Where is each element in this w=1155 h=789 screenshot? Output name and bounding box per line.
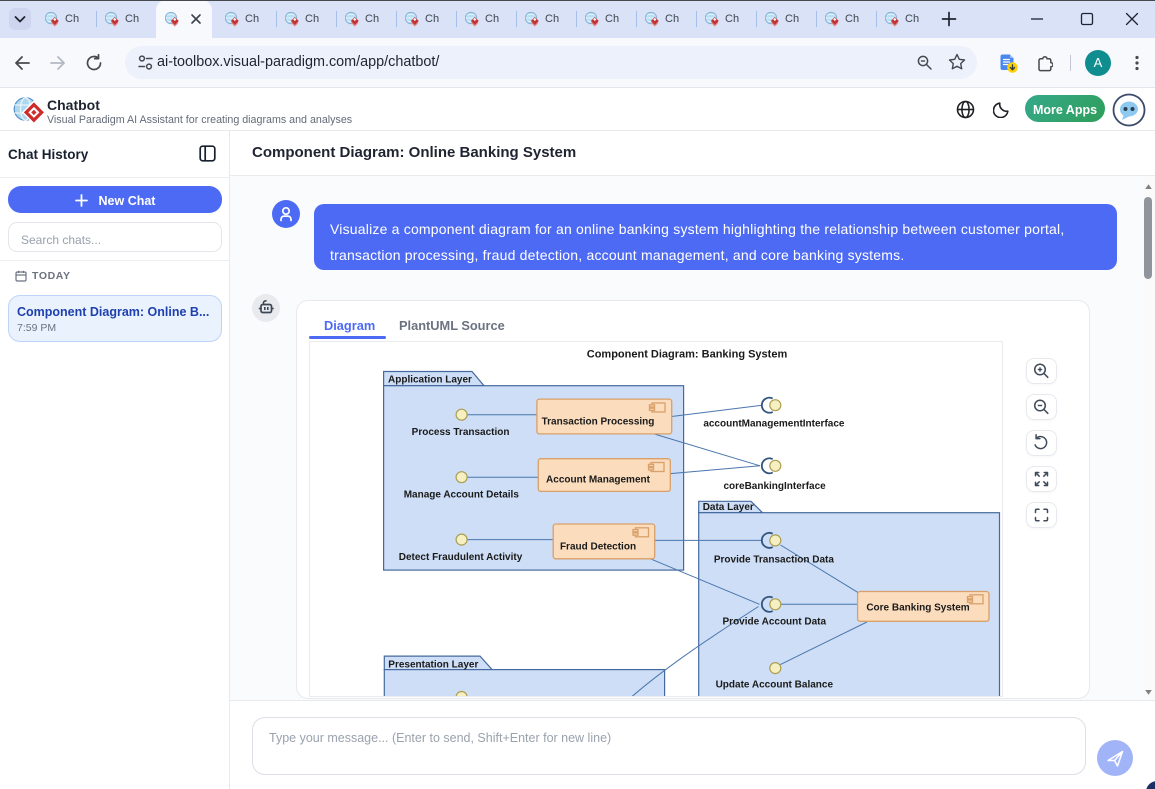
svg-text:Presentation Layer: Presentation Layer [388, 659, 478, 670]
svg-text:Update Account Balance: Update Account Balance [716, 680, 834, 691]
svg-text:Provide Transaction Data: Provide Transaction Data [714, 555, 834, 566]
svg-text:Component Diagram: Banking Sys: Component Diagram: Banking System [587, 349, 788, 361]
svg-text:Detect Fraudulent Activity: Detect Fraudulent Activity [399, 552, 523, 563]
svg-text:Transaction Processing: Transaction Processing [542, 417, 655, 428]
svg-text:Data Layer: Data Layer [703, 502, 754, 513]
svg-text:Fraud Detection: Fraud Detection [560, 542, 636, 553]
svg-text:Provide Account Data: Provide Account Data [723, 617, 827, 628]
svg-text:coreBankingInterface: coreBankingInterface [723, 481, 826, 492]
svg-text:Process Transaction: Process Transaction [412, 427, 510, 438]
svg-text:Account Management: Account Management [546, 475, 651, 486]
svg-text:accountManagementInterface: accountManagementInterface [703, 419, 845, 430]
svg-text:Manage Account Details: Manage Account Details [404, 490, 520, 501]
svg-text:Application Layer: Application Layer [388, 375, 472, 386]
svg-text:Core Banking System: Core Banking System [866, 603, 969, 614]
